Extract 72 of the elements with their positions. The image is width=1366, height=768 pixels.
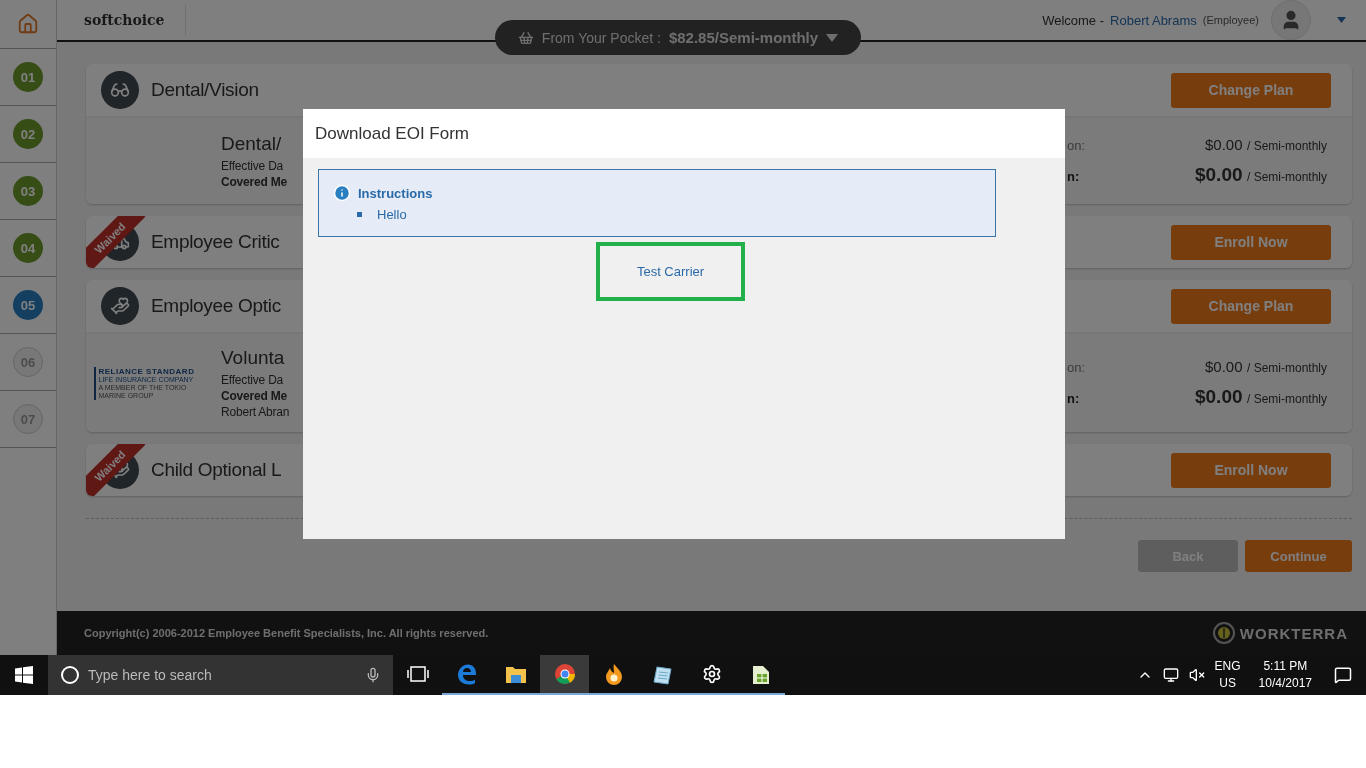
carrier-link[interactable]: Test Carrier [596,242,745,301]
mute-icon[interactable] [1188,667,1205,683]
cost-label: n: [1067,169,1080,184]
modal-title: Download EOI Form [315,123,469,144]
step-number[interactable]: 02 [13,119,43,149]
flame-icon[interactable] [603,663,624,685]
cost-label: on: [1067,138,1086,153]
plan-button[interactable]: Enroll Now [1171,452,1331,488]
step-number[interactable]: 04 [13,233,43,263]
plan-button[interactable]: Change Plan [1171,288,1331,324]
microphone-icon[interactable] [365,667,381,683]
pocket-amount: $82.85/Semi-monthly [668,29,819,46]
clock-time[interactable]: 5:11 PM [1263,658,1308,675]
step-number[interactable]: 01 [13,62,43,92]
network-icon[interactable] [1162,667,1179,683]
chrome-icon[interactable] [553,663,576,685]
task-view-icon[interactable] [406,666,429,682]
pocket-summary[interactable]: From Your Pocket : $82.85/Semi-monthly [495,20,861,55]
pocket-label: From Your Pocket : [541,29,661,46]
cost-period: / Semi-monthly [1246,361,1327,375]
plan-info: Covered Me [221,389,288,403]
cost-amount: $0.00 [1194,164,1243,185]
user-role: (Employee) [1202,14,1259,26]
welcome-label: Welcome - [1042,12,1105,28]
info-icon [333,184,351,202]
clock-date[interactable]: 10/4/2017 [1258,675,1312,692]
region-label[interactable]: US [1219,675,1236,692]
cost-period: / Semi-monthly [1246,392,1327,406]
plan-info: Effective Da [221,159,284,173]
cost-label: on: [1067,360,1086,375]
nav-button[interactable]: Continue [1245,540,1352,572]
instruction-item: Hello [377,207,407,222]
folder-icon[interactable] [504,664,527,684]
plan-info: Covered Me [221,175,288,189]
company-logo: softchoice [84,5,186,35]
plan-title: Employee Optic [151,295,281,317]
copyright-text: Copyright(c) 2006-2012 Employee Benefit Specialists, Inc. All rights reserved. [84,627,489,639]
glasses-icon [101,71,139,109]
plan-title: Dental/Vision [151,79,259,101]
plan-button[interactable]: Change Plan [1171,72,1331,108]
plan-name: Dental/ [221,133,282,155]
brand-logo: WORKTERRA [1239,624,1348,642]
plan-title: Employee Critic [151,231,280,253]
plan-name: Volunta [221,347,285,369]
search-field[interactable]: Type here to search [48,655,393,695]
notifications-icon[interactable] [1334,666,1352,684]
plan-info: Effective Da [221,373,284,387]
plan-info: Robert Abran [221,405,290,419]
cost-amount: $0.00 [1204,358,1243,375]
avatar[interactable] [1271,0,1311,40]
cost-period: / Semi-monthly [1246,170,1327,184]
plan-button[interactable]: Enroll Now [1171,224,1331,260]
target-icon [1212,622,1235,644]
cost-period: / Semi-monthly [1246,139,1327,153]
cost-amount: $0.00 [1204,136,1243,153]
basket-icon [517,29,534,46]
caret-icon [826,33,839,42]
plan-title: Child Optional L [151,459,282,481]
windows-logo-icon [15,666,33,684]
notepad-icon[interactable] [651,663,674,685]
step-number[interactable]: 05 [13,290,43,320]
step-number[interactable]: 03 [13,176,43,206]
caret-icon[interactable] [1337,17,1346,23]
settings-icon[interactable] [701,664,722,684]
cost-amount: $0.00 [1194,386,1243,407]
instructions-title: Instructions [358,185,433,201]
browser-e-icon[interactable] [455,663,478,685]
circle-icon [60,665,80,685]
cost-label: n: [1067,391,1080,406]
bullet-icon [357,212,362,217]
user-name-link[interactable]: Robert Abrams [1110,12,1197,28]
language-label[interactable]: ENG [1214,658,1241,675]
